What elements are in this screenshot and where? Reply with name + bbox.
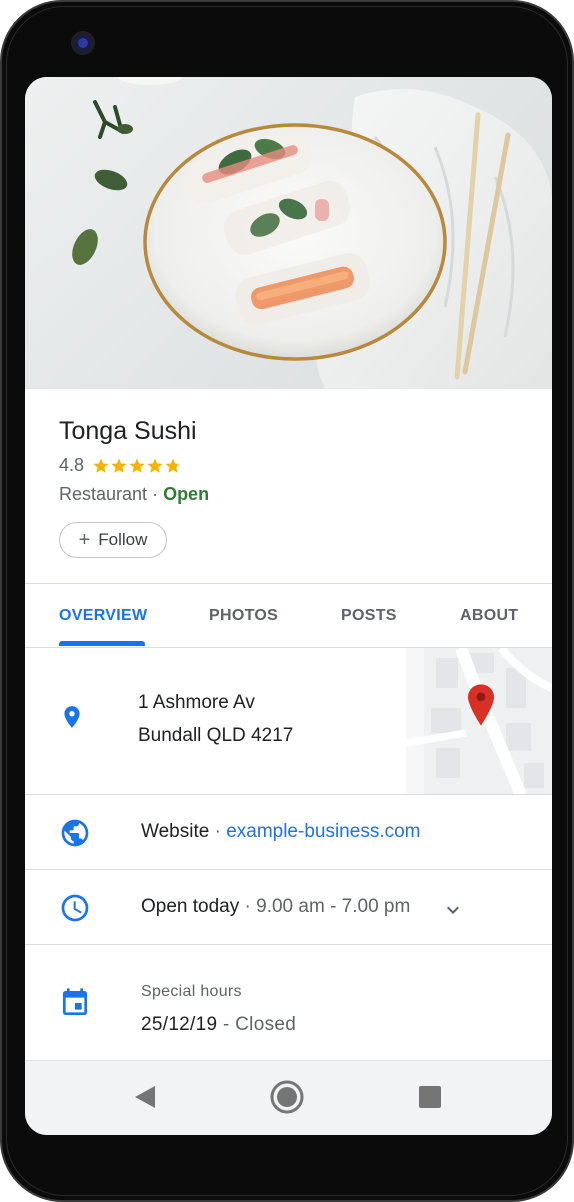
star-icon xyxy=(93,458,109,473)
phone-frame: Tonga Sushi 4.8 Restaurant · Open + Foll… xyxy=(0,0,574,1202)
website-link[interactable]: example-business.com xyxy=(226,821,420,842)
rating-row[interactable]: 4.8 xyxy=(59,455,182,476)
map-pin-icon xyxy=(468,684,494,731)
address-line-1: 1 Ashmore Av xyxy=(138,692,255,713)
tab-about[interactable]: ABOUT xyxy=(460,584,518,647)
address-line-2: Bundall QLD 4217 xyxy=(138,725,294,746)
special-hours-status: Closed xyxy=(235,1014,297,1035)
food-photo-illustration xyxy=(72,77,552,389)
active-tab-indicator xyxy=(59,641,145,646)
category-separator: · xyxy=(147,484,164,504)
star-icon xyxy=(165,458,181,473)
hours-row[interactable]: Open today · 9.00 am - 7.00 pm xyxy=(25,869,552,945)
follow-label: Follow xyxy=(98,530,148,549)
screen: Tonga Sushi 4.8 Restaurant · Open + Foll… xyxy=(25,77,552,1135)
star-icon xyxy=(147,458,163,473)
business-category: Restaurant xyxy=(59,484,148,504)
clock-icon xyxy=(59,892,91,929)
website-label: Website xyxy=(141,821,210,842)
home-circle-icon xyxy=(269,1079,305,1120)
hours-range: 9.00 am - 7.00 pm xyxy=(256,896,411,917)
system-nav-bar xyxy=(25,1060,552,1135)
website-text: Website · example-business.com xyxy=(141,821,421,843)
special-hours-row[interactable]: Special hours 25/12/19 - Closed xyxy=(25,944,552,1061)
star-icon xyxy=(129,458,145,473)
tab-bar: OVERVIEW PHOTOS POSTS ABOUT xyxy=(25,583,552,647)
map-thumbnail[interactable] xyxy=(406,648,552,795)
tab-overview[interactable]: OVERVIEW xyxy=(59,584,147,647)
hours-separator: · xyxy=(239,896,257,917)
home-button[interactable] xyxy=(267,1079,307,1119)
special-hours-separator: - xyxy=(217,1014,236,1035)
business-name: Tonga Sushi xyxy=(59,417,197,445)
address-row[interactable]: 1 Ashmore Av Bundall QLD 4217 xyxy=(25,647,552,795)
back-button[interactable] xyxy=(125,1079,165,1119)
tab-photos[interactable]: PHOTOS xyxy=(209,584,278,647)
star-icon xyxy=(111,458,127,473)
hours-text: Open today · 9.00 am - 7.00 pm xyxy=(141,896,410,918)
special-hours-value: 25/12/19 - Closed xyxy=(141,1014,296,1036)
plus-icon: + xyxy=(78,529,91,551)
location-pin-icon xyxy=(59,702,85,737)
chevron-down-icon[interactable] xyxy=(441,898,465,927)
star-rating xyxy=(92,457,182,475)
recents-button[interactable] xyxy=(410,1079,450,1119)
tab-posts[interactable]: POSTS xyxy=(341,584,397,647)
calendar-icon xyxy=(59,987,91,1024)
front-camera xyxy=(71,31,95,55)
website-row[interactable]: Website · example-business.com xyxy=(25,794,552,870)
globe-icon xyxy=(59,817,91,854)
special-hours-date: 25/12/19 xyxy=(141,1014,218,1035)
rating-value: 4.8 xyxy=(59,455,85,475)
special-hours-label: Special hours xyxy=(141,983,242,1000)
recents-square-icon xyxy=(418,1085,442,1114)
website-separator: · xyxy=(209,821,227,842)
open-status: Open xyxy=(163,484,210,504)
hours-label: Open today xyxy=(141,896,240,917)
category-row: Restaurant · Open xyxy=(59,484,209,505)
back-triangle-icon xyxy=(134,1085,156,1114)
business-info-card: Tonga Sushi 4.8 Restaurant · Open + Foll… xyxy=(25,389,552,583)
follow-button[interactable]: + Follow xyxy=(59,522,167,558)
business-photo[interactable] xyxy=(25,77,552,389)
